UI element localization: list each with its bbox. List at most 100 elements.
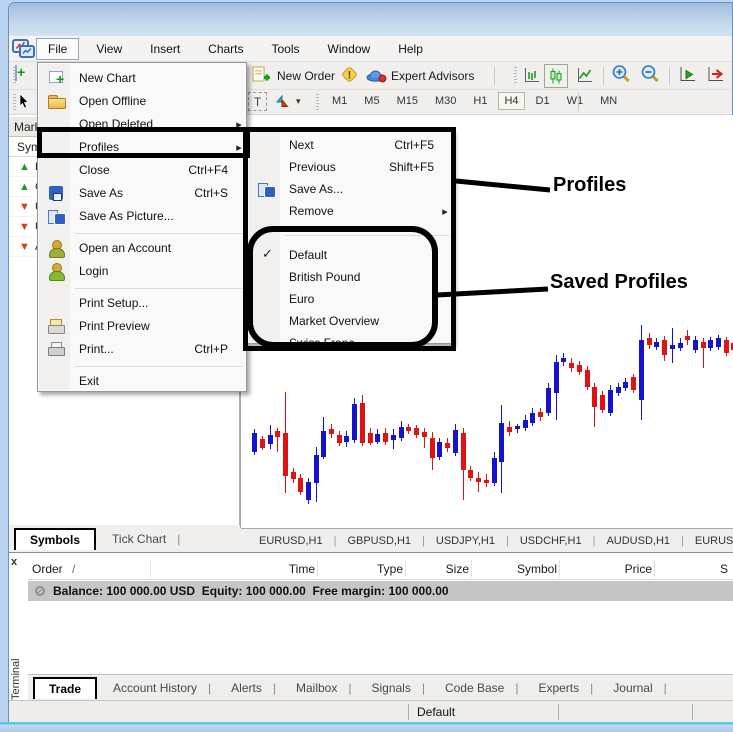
cursor-icon[interactable] [16, 92, 32, 110]
terminal-tabs: TradeAccount HistoryAlertsMailboxSignals… [28, 674, 733, 700]
terminal-tab[interactable]: Trade [33, 676, 98, 699]
terminal-tab[interactable]: Experts [528, 677, 603, 699]
status-profile-name[interactable]: Default [417, 705, 455, 719]
column-symbol[interactable]: Symbol [473, 562, 557, 576]
file-menu-item[interactable]: Save As Picture... [38, 204, 246, 227]
new-order-button[interactable]: New Order [277, 69, 335, 83]
menu-item-label: Euro [289, 292, 315, 306]
file-menu-item[interactable] [38, 282, 246, 291]
new-order-icon[interactable] [251, 65, 271, 85]
timeframe-button[interactable]: MN [594, 92, 623, 110]
column-sl[interactable]: S [656, 562, 728, 576]
timeframe-button[interactable]: M5 [358, 92, 385, 110]
zoom-out-icon[interactable] [640, 64, 661, 85]
file-menu-item[interactable]: Save As Ctrl+S [38, 181, 246, 204]
profiles-menu-item[interactable]: Remove [248, 200, 452, 222]
profiles-menu-item[interactable]: Save As... [248, 178, 452, 200]
timeframe-button[interactable]: M15 [391, 92, 424, 110]
expert-advisors-button[interactable]: Expert Advisors [391, 69, 474, 83]
auto-scroll-icon[interactable] [677, 65, 697, 84]
menubar-item[interactable]: View [85, 39, 133, 59]
profiles-menu-item[interactable]: British Pound [248, 266, 452, 288]
menubar-item[interactable]: Insert [139, 39, 191, 59]
timeframe-button[interactable]: H4 [498, 92, 525, 110]
profiles-menu-item[interactable]: Previous Shift+F5 [248, 156, 452, 178]
file-menu-item[interactable]: Print Preview [38, 314, 246, 337]
terminal-tab[interactable]: Signals [361, 677, 434, 699]
terminal-tab[interactable]: Alerts [221, 677, 286, 699]
timeframe-button[interactable]: W1 [561, 92, 590, 110]
file-menu-item[interactable]: Profiles [38, 135, 246, 158]
menubar-item[interactable]: Tools [261, 39, 311, 59]
chart-tab[interactable]: EURUSD,H4 (off [695, 535, 733, 547]
warning-icon[interactable]: ! [339, 65, 359, 85]
column-time[interactable]: Time [203, 562, 315, 576]
menu-item-icon [45, 239, 71, 258]
file-menu-item[interactable]: Open Deleted [38, 112, 246, 135]
text-tool-icon[interactable]: T [248, 92, 267, 111]
timeframe-button[interactable]: H1 [467, 92, 493, 110]
file-menu-item[interactable] [38, 227, 246, 236]
menu-item-label: Default [289, 248, 328, 262]
line-chart-icon[interactable] [575, 66, 594, 85]
chart-tab[interactable]: GBPUSD,H1 [347, 535, 435, 547]
file-menu-item[interactable]: Open Offline [38, 89, 246, 112]
timeframe-button[interactable]: M1 [326, 92, 353, 110]
toolbar-grip[interactable] [316, 94, 319, 112]
chart-tab[interactable]: AUDUSD,H1 [606, 535, 694, 547]
chart-tab[interactable]: EURUSD,H1 [259, 535, 347, 547]
terminal-column-headers: Order / Time Type Size Symbol Price S [28, 558, 733, 580]
timeframe-button[interactable]: D1 [530, 92, 556, 110]
terminal-close-button[interactable]: x [11, 556, 17, 568]
terminal-tab[interactable]: Account History [103, 677, 221, 699]
menubar-item[interactable]: Charts [197, 39, 254, 59]
file-menu-item[interactable]: Exit [38, 369, 246, 392]
file-menu-item[interactable]: Close Ctrl+F4 [38, 158, 246, 181]
terminal-tab[interactable]: Journal [603, 677, 676, 699]
timeframe-button[interactable]: M30 [429, 92, 462, 110]
toolbar-grip[interactable] [514, 67, 517, 85]
zoom-in-icon[interactable] [611, 64, 632, 85]
menu-item-icon [255, 158, 281, 176]
file-menu-item[interactable]: Print Setup... [38, 291, 246, 314]
profiles-menu-item[interactable]: Next Ctrl+F5 [248, 134, 452, 156]
terminal-tab[interactable]: Code Base [435, 677, 529, 699]
arrows-dropdown-caret[interactable]: ▾ [296, 96, 301, 107]
market-watch-tab[interactable]: Symbols [14, 527, 97, 550]
chart-tab[interactable]: USDCHF,H1 [520, 535, 607, 547]
candlestick-chart-icon[interactable] [544, 64, 568, 88]
profiles-menu-item[interactable]: Euro [248, 288, 452, 310]
market-watch-tab[interactable]: Tick Chart [102, 528, 190, 550]
menu-item-label: Login [79, 263, 109, 278]
chart-tab[interactable]: USDJPY,H1 [436, 535, 520, 547]
bar-chart-icon[interactable] [522, 66, 541, 85]
profiles-annotation-label: Profiles [553, 174, 627, 196]
menu-item-label: Print Setup... [79, 295, 149, 310]
menu-item-label: Close [79, 162, 110, 177]
file-menu-item[interactable]: Print... Ctrl+P [38, 337, 246, 360]
profiles-menu-item[interactable]: Market Overview [248, 310, 452, 332]
profiles-menu-item[interactable]: Swiss Franc [248, 332, 452, 354]
file-menu-item[interactable]: Open an Account [38, 236, 246, 259]
menubar-item[interactable]: Window [317, 39, 382, 59]
market-watch-tabs: Symbols Tick Chart [14, 525, 236, 552]
terminal-tab[interactable]: Mailbox [286, 677, 361, 699]
chart-window-tabs: EURUSD,H1GBPUSD,H1USDJPY,H1USDCHF,H1AUDU… [241, 528, 733, 552]
column-type[interactable]: Type [319, 562, 403, 576]
menubar-item[interactable]: Help [387, 39, 434, 59]
menu-item-icon [255, 268, 281, 286]
menubar-item[interactable]: File [36, 38, 80, 60]
file-menu-item[interactable] [38, 360, 246, 369]
profiles-menu-item[interactable] [248, 222, 452, 244]
file-menu-item[interactable]: New Chart [38, 66, 246, 89]
column-size[interactable]: Size [407, 562, 469, 576]
column-price[interactable]: Price [561, 562, 652, 576]
arrows-tool-icon[interactable] [273, 92, 291, 110]
expert-advisors-icon[interactable] [366, 66, 387, 83]
profiles-menu-item[interactable]: Default [248, 244, 452, 266]
balance-text: Balance: 100 000.00 USD Equity: 100 000.… [53, 584, 449, 598]
chart-shift-icon[interactable] [705, 65, 725, 84]
file-menu-item[interactable]: Login [38, 259, 246, 282]
title-bar[interactable] [9, 3, 732, 36]
balance-row[interactable]: Balance: 100 000.00 USD Equity: 100 000.… [28, 581, 733, 601]
